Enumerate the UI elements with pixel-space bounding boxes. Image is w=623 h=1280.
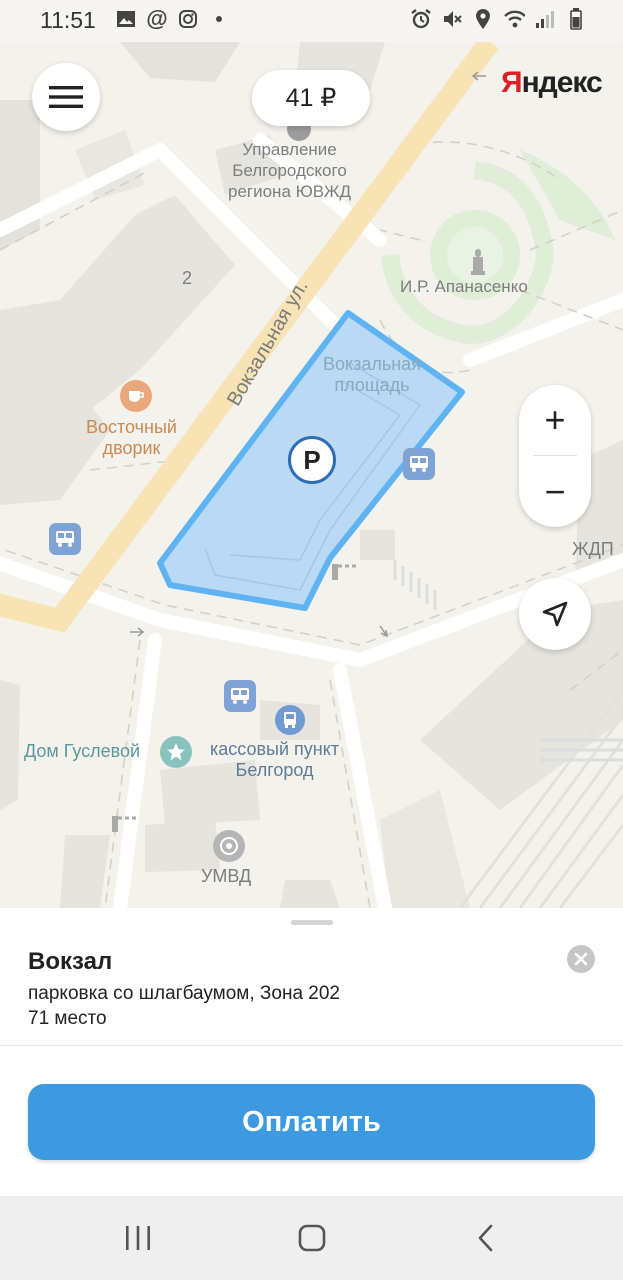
- my-location-button[interactable]: [519, 578, 591, 650]
- price-indicator[interactable]: 41 ₽: [252, 70, 370, 126]
- logo-rest: ндекс: [521, 66, 603, 99]
- close-button[interactable]: [567, 945, 595, 973]
- map-label-dom-guslevoy-text: Дом Гуслевой: [24, 741, 141, 761]
- at-icon: @: [146, 6, 168, 31]
- instagram-icon: [177, 8, 199, 30]
- mute-icon: [441, 8, 463, 30]
- signal-icon: [534, 8, 556, 30]
- map-label-kassa: кассовый пункт Белгород: [210, 739, 340, 780]
- zoom-in-button[interactable]: +: [519, 385, 591, 455]
- recent-apps-icon: [126, 1226, 150, 1250]
- home-icon: [298, 1224, 326, 1252]
- wifi-icon: [503, 8, 525, 30]
- menu-icon: [49, 86, 83, 108]
- alarm-icon: [410, 8, 432, 30]
- status-left-icons: @: [115, 6, 230, 31]
- status-bar: 11:51 @: [0, 0, 623, 42]
- sheet-drag-handle[interactable]: [291, 920, 333, 925]
- close-icon: [574, 952, 588, 966]
- parking-marker[interactable]: P: [288, 436, 336, 484]
- zoom-divider: [533, 455, 577, 456]
- zoom-out-button[interactable]: −: [519, 457, 591, 527]
- zoom-control: + −: [519, 385, 591, 527]
- parking-capacity: 71 место: [28, 1008, 107, 1029]
- bus-stop-icon[interactable]: [49, 523, 81, 555]
- yandex-logo: Яндекс: [501, 66, 603, 100]
- status-time: 11:51: [40, 7, 96, 33]
- battery-icon: [565, 8, 587, 30]
- bus-station-icon[interactable]: [275, 705, 305, 735]
- price-text: 41 ₽: [285, 84, 337, 112]
- barrier-icon: [330, 560, 358, 587]
- status-right-icons: [410, 8, 587, 30]
- parking-info-sheet: Вокзал парковка со шлагбаумом, Зона 202 …: [0, 908, 623, 1196]
- bus-stop-icon[interactable]: [403, 448, 435, 480]
- star-icon[interactable]: [160, 736, 192, 768]
- logo-first-letter: Я: [501, 66, 523, 99]
- pay-button[interactable]: Оплатить: [28, 1084, 595, 1160]
- barrier-icon: [110, 812, 138, 839]
- police-icon[interactable]: [213, 830, 245, 862]
- recent-apps-button[interactable]: [108, 1216, 168, 1260]
- map-label-monument: И.Р. Апанасенко: [400, 277, 528, 296]
- map-label-square: Вокзальная площадь: [323, 354, 421, 395]
- parking-title: Вокзал: [28, 948, 113, 975]
- parking-symbol: P: [303, 444, 321, 475]
- map-label-cafe: Восточный дворик: [86, 417, 177, 458]
- monument-icon: [471, 249, 485, 280]
- cafe-icon[interactable]: [120, 380, 152, 412]
- parking-subtitle: парковка со шлагбаумом, Зона 202: [28, 983, 340, 1004]
- system-nav-bar: [0, 1196, 623, 1280]
- map-label-upravlenie: Управление Белгородского региона ЮВЖД: [228, 140, 351, 201]
- location-icon: [472, 8, 494, 30]
- dot-icon: [208, 8, 230, 30]
- back-icon: [478, 1224, 493, 1252]
- sheet-divider: [0, 1045, 623, 1046]
- back-button[interactable]: [456, 1216, 516, 1260]
- bus-stop-icon[interactable]: [224, 680, 256, 712]
- map-label-house-number: 2: [182, 268, 193, 288]
- gallery-icon: [115, 8, 137, 30]
- map-label-zhdp: ЖДП: [572, 539, 614, 559]
- map-label-umvd: УМВД: [201, 866, 252, 886]
- navigation-arrow-icon: [542, 601, 568, 627]
- home-button[interactable]: [282, 1216, 342, 1260]
- menu-button[interactable]: [32, 63, 100, 131]
